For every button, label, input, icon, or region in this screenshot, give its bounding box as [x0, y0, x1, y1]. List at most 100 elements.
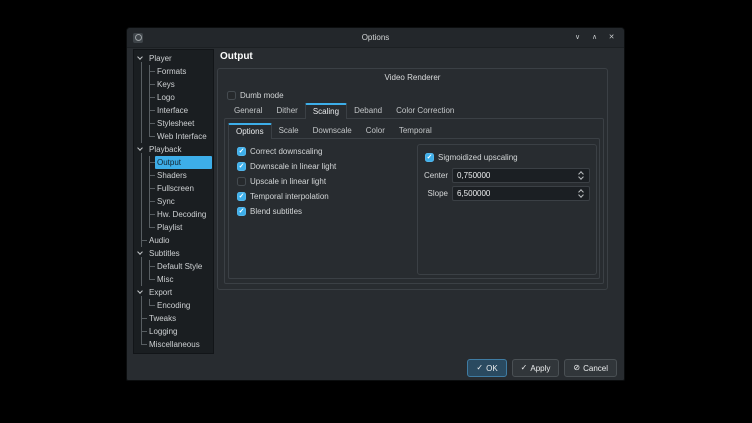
- check-icon: ✓: [239, 163, 245, 170]
- checkbox-row[interactable]: ✓ Downscale in linear light: [237, 161, 336, 172]
- tab[interactable]: Scaling: [305, 103, 347, 119]
- sidebar-item-label: Export: [147, 286, 212, 299]
- tab-label: Options: [236, 127, 264, 136]
- tab-label: Deband: [354, 106, 382, 115]
- checkbox[interactable]: ✓: [237, 147, 246, 156]
- checkbox[interactable]: ✓: [227, 91, 236, 100]
- sidebar-item[interactable]: Default Style: [134, 260, 213, 273]
- titlebar[interactable]: Options ∨ ∧ ✕: [127, 28, 624, 48]
- dialog-button[interactable]: ✓ Apply: [512, 359, 560, 377]
- checkbox-label: Temporal interpolation: [250, 192, 329, 201]
- tab[interactable]: Dither: [269, 103, 304, 118]
- scaling-subtabbar: Options Scale Downscale Color: [228, 123, 439, 138]
- collapse-arrow-icon[interactable]: [137, 288, 143, 294]
- sidebar-item[interactable]: Playlist: [134, 221, 213, 234]
- checkbox-row[interactable]: ✓ Correct downscaling: [237, 146, 336, 157]
- sidebar-item-label: Playback: [147, 143, 212, 156]
- checkbox-label: Blend subtitles: [250, 207, 302, 216]
- options-dialog: Options ∨ ∧ ✕ Player: [126, 27, 625, 381]
- tree-branch-line: [141, 195, 142, 208]
- sidebar-item[interactable]: Logo: [134, 91, 213, 104]
- sidebar-item[interactable]: Fullscreen: [134, 182, 213, 195]
- sidebar-item[interactable]: Shaders: [134, 169, 213, 182]
- sidebar-item[interactable]: Output: [134, 156, 213, 169]
- sidebar-item-label: Tweaks: [147, 312, 212, 325]
- tree-branch-line: [141, 117, 142, 130]
- sidebar-item-label: Interface: [155, 104, 212, 117]
- tab[interactable]: Downscale: [306, 123, 359, 138]
- checkbox-label: Sigmoidized upscaling: [438, 153, 518, 162]
- sidebar-item-label: Output: [155, 156, 212, 169]
- sidebar-item[interactable]: Subtitles: [134, 247, 213, 260]
- button-label: OK: [486, 364, 498, 373]
- collapse-arrow-icon[interactable]: [137, 145, 143, 151]
- dialog-button[interactable]: ⊘ Cancel: [564, 359, 617, 377]
- tab[interactable]: Scale: [272, 123, 306, 138]
- sidebar-item-label: Keys: [155, 78, 212, 91]
- dumb-mode-checkbox-row[interactable]: ✓ Dumb mode: [227, 90, 284, 101]
- sidebar-item[interactable]: Playback: [134, 143, 213, 156]
- collapse-arrow-icon[interactable]: [137, 54, 143, 60]
- sidebar-item-label: Formats: [155, 65, 212, 78]
- spinbox[interactable]: [452, 186, 590, 201]
- checkbox-row[interactable]: ✓ Upscale in linear light: [237, 176, 336, 187]
- sidebar-item[interactable]: Hw. Decoding: [134, 208, 213, 221]
- sigmoidized-upscaling-checkbox-row[interactable]: ✓ Sigmoidized upscaling: [425, 152, 518, 163]
- sidebar-item[interactable]: Tweaks: [134, 312, 213, 325]
- button-label: Cancel: [583, 364, 608, 373]
- sidebar-item[interactable]: Web Interface: [134, 130, 213, 143]
- checkbox[interactable]: ✓: [237, 207, 246, 216]
- tab-label: Downscale: [313, 126, 352, 135]
- button-icon: ✓: [476, 364, 483, 372]
- renderer-tabbar: General Dither Scaling Deband: [227, 103, 461, 118]
- tab[interactable]: Color: [359, 123, 392, 138]
- sidebar-item[interactable]: Export: [134, 286, 213, 299]
- screen: Options ∨ ∧ ✕ Player: [0, 0, 752, 423]
- sidebar-item-label: Hw. Decoding: [155, 208, 212, 221]
- spinbox-input[interactable]: [453, 187, 589, 200]
- sidebar-item-label: Playlist: [155, 221, 212, 234]
- button-label: Apply: [530, 364, 550, 373]
- maximize-button[interactable]: ∧: [588, 31, 601, 45]
- sidebar-item[interactable]: Sync: [134, 195, 213, 208]
- checkbox[interactable]: ✓: [425, 153, 434, 162]
- options-tab-pane: ✓ Correct downscaling ✓ Downscale in lin…: [228, 138, 600, 279]
- checkbox[interactable]: ✓: [237, 162, 246, 171]
- dialog-button[interactable]: ✓ OK: [467, 359, 506, 377]
- checkbox-row[interactable]: ✓ Blend subtitles: [237, 206, 336, 217]
- sidebar-item[interactable]: Logging: [134, 325, 213, 338]
- checkbox-label: Upscale in linear light: [250, 177, 326, 186]
- collapse-arrow-icon[interactable]: [137, 249, 143, 255]
- sidebar-item[interactable]: Miscellaneous: [134, 338, 213, 351]
- sidebar-item[interactable]: Formats: [134, 65, 213, 78]
- spinbox-input[interactable]: [453, 169, 589, 182]
- scaling-tab-pane: Options Scale Downscale Color: [224, 118, 604, 284]
- close-button[interactable]: ✕: [605, 31, 618, 45]
- sidebar-item[interactable]: Misc: [134, 273, 213, 286]
- tab[interactable]: Options: [228, 123, 272, 139]
- tree-branch-line: [141, 78, 142, 91]
- sidebar-item[interactable]: Keys: [134, 78, 213, 91]
- tree-branch-line: [141, 299, 142, 312]
- sidebar-item[interactable]: Interface: [134, 104, 213, 117]
- tab[interactable]: Temporal: [392, 123, 439, 138]
- tab[interactable]: Deband: [347, 103, 389, 118]
- spinbox[interactable]: [452, 168, 590, 183]
- checkbox-label: Downscale in linear light: [250, 162, 336, 171]
- checkbox[interactable]: ✓: [237, 192, 246, 201]
- sidebar-item[interactable]: Audio: [134, 234, 213, 247]
- checkbox-row[interactable]: ✓ Temporal interpolation: [237, 191, 336, 202]
- minimize-button[interactable]: ∨: [571, 31, 584, 45]
- checkbox[interactable]: ✓: [237, 177, 246, 186]
- tree-branch-line: [141, 273, 142, 286]
- sidebar-item[interactable]: Encoding: [134, 299, 213, 312]
- tab[interactable]: General: [227, 103, 269, 118]
- sidebar-item[interactable]: Player: [134, 52, 213, 65]
- checkbox-label: Correct downscaling: [250, 147, 322, 156]
- tab[interactable]: Color Correction: [389, 103, 461, 118]
- sidebar-item-label: Player: [147, 52, 212, 65]
- tree-branch-line: [141, 65, 142, 78]
- tab-label: Scale: [279, 126, 299, 135]
- sidebar-item[interactable]: Stylesheet: [134, 117, 213, 130]
- sidebar-item-label: Encoding: [155, 299, 212, 312]
